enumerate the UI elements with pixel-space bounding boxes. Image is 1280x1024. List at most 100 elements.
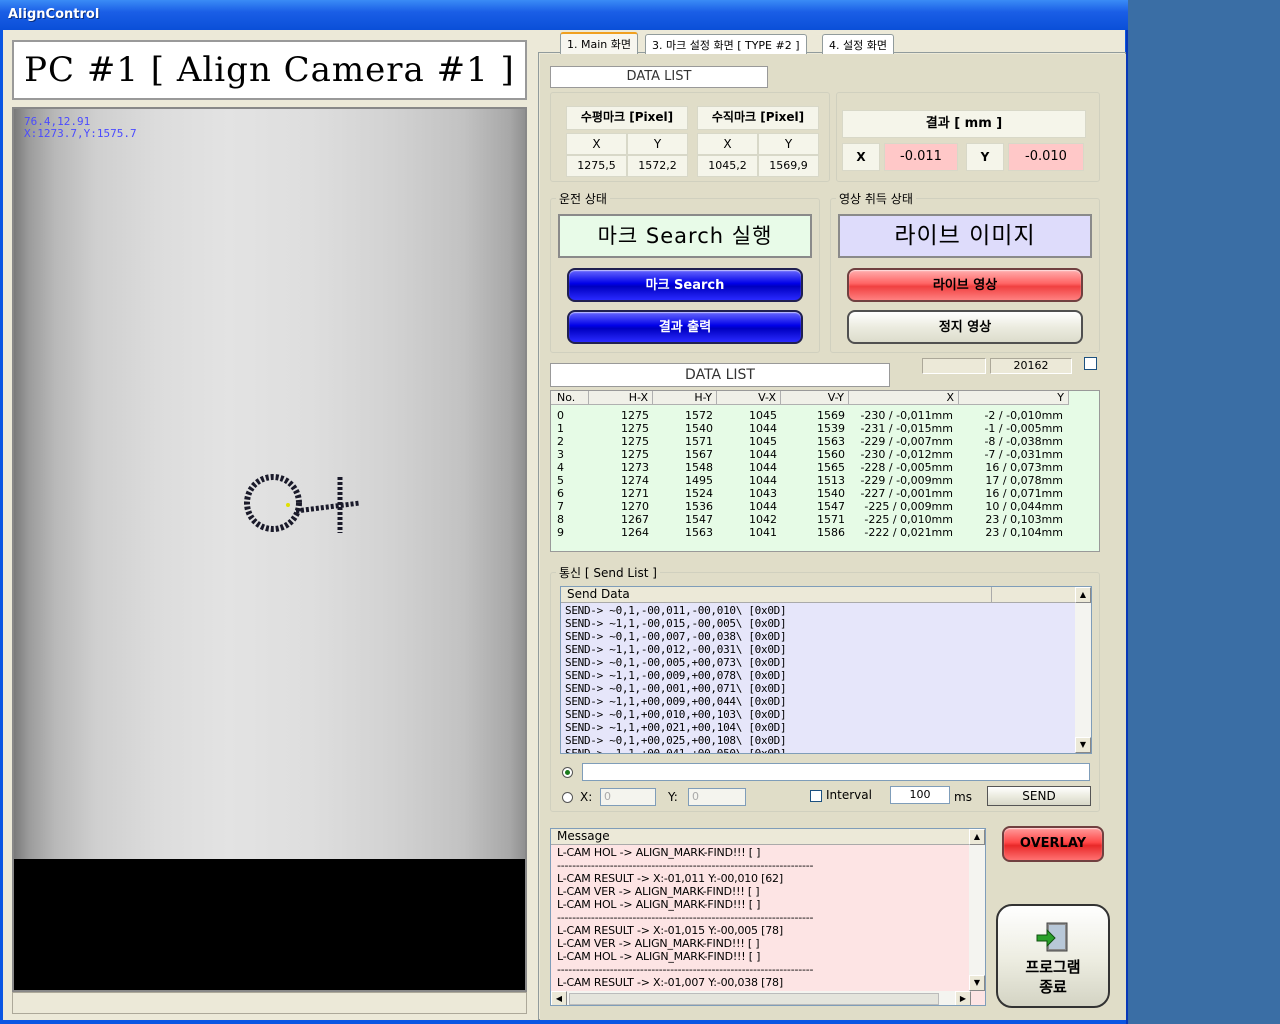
x-input[interactable]: 0 [600, 788, 656, 806]
send-line[interactable]: SEND-> ~0,1,+00,025,+00,108\ [0x0D] [565, 734, 787, 747]
message-line: L-CAM HOL -> ALIGN_MARK-FIND!!! [ ] [557, 898, 761, 911]
table-cell: 1270 [621, 500, 649, 513]
send-line[interactable]: SEND-> ~1,1,+00,009,+00,044\ [0x0D] [565, 695, 787, 708]
msg-scroll-right-icon[interactable]: ▶ [955, 991, 971, 1005]
send-list-scrollbar[interactable]: ▲ ▼ [1075, 587, 1091, 753]
result-header: 결과 [ mm ] [842, 110, 1086, 138]
data-list-checkbox[interactable] [1084, 357, 1097, 370]
send-line[interactable]: SEND-> ~0,1,-00,011,-00,010\ [0x0D] [565, 604, 787, 617]
table-cell: 1271 [621, 487, 649, 500]
table-cell: -8 / -0,038mm [984, 435, 1063, 448]
still-image-button[interactable]: 정지 영상 [847, 310, 1083, 344]
message-line: ----------------------------------------… [557, 963, 814, 976]
x-label: X: [580, 790, 593, 804]
scroll-up-icon[interactable]: ▲ [1075, 587, 1091, 603]
table-cell: 1571 [817, 513, 845, 526]
table-cell: -1 / -0,005mm [984, 422, 1063, 435]
v-x-value: 1045,2 [697, 155, 758, 177]
table-row-index: 4 [557, 461, 564, 474]
camera-status-bar [12, 992, 527, 1014]
message-hscrollbar[interactable]: ◀ ▶ [551, 991, 971, 1005]
msg-scroll-down-icon[interactable]: ▼ [969, 975, 985, 991]
send-line[interactable]: SEND-> ~0,1,-00,007,-00,038\ [0x0D] [565, 630, 787, 643]
operation-group-title: 운전 상태 [556, 190, 610, 207]
table-cell: 1586 [817, 526, 845, 539]
result-output-button[interactable]: 결과 출력 [567, 310, 803, 344]
msg-scroll-up-icon[interactable]: ▲ [969, 829, 985, 845]
send-line[interactable]: SEND-> ~0,1,+00,010,+00,103\ [0x0D] [565, 708, 787, 721]
tab-settings[interactable]: 4. 설정 화면 [822, 34, 894, 54]
message-log[interactable]: Message L-CAM HOL -> ALIGN_MARK-FIND!!! … [550, 828, 986, 1006]
data-list-label-top: DATA LIST [550, 66, 768, 88]
send-list[interactable]: Send Data SEND-> ~0,1,-00,011,-00,010\ [… [560, 586, 1092, 754]
send-button[interactable]: SEND [987, 786, 1091, 806]
image-capture-status: 라이브 이미지 [838, 214, 1092, 258]
message-line: L-CAM RESULT -> X:-01,015 Y:-00,005 [78] [557, 924, 783, 937]
table-cell: 23 / 0,103mm [985, 513, 1063, 526]
table-cell: 1275 [621, 422, 649, 435]
table-cell: 1275 [621, 409, 649, 422]
col-v-x[interactable]: V-X [717, 391, 781, 405]
table-cell: 1045 [749, 409, 777, 422]
send-line[interactable]: SEND-> ~1,1,+00,041,+00,050\ [0x0D] [565, 747, 787, 753]
live-video-button[interactable]: 라이브 영상 [847, 268, 1083, 302]
table-cell: 1044 [749, 461, 777, 474]
table-cell: 23 / 0,104mm [985, 526, 1063, 539]
col-h-y[interactable]: H-Y [653, 391, 717, 405]
send-list-header-divider [991, 587, 992, 603]
send-line[interactable]: SEND-> ~1,1,-00,009,+00,078\ [0x0D] [565, 669, 787, 682]
y-input[interactable]: 0 [688, 788, 746, 806]
msg-hscroll-thumb[interactable] [569, 993, 939, 1005]
data-table[interactable]: No. H-X H-Y V-X V-Y X Y 0 1275 1572 1045 156… [550, 390, 1100, 552]
align-mark-icon [244, 474, 361, 533]
table-cell: -2 / -0,010mm [984, 409, 1063, 422]
table-cell: -228 / -0,005mm [860, 461, 953, 474]
table-cell: 1044 [749, 500, 777, 513]
mark-search-button[interactable]: 마크 Search [567, 268, 803, 302]
overlay-button[interactable]: OVERLAY [1002, 826, 1104, 862]
table-cell: 16 / 0,071mm [985, 487, 1063, 500]
table-cell: 1275 [621, 435, 649, 448]
camera-view[interactable]: 76.4,12.91 X:1273.7,Y:1575.7 [12, 107, 527, 992]
send-line[interactable]: SEND-> ~0,1,-00,001,+00,071\ [0x0D] [565, 682, 787, 695]
table-cell: 1264 [621, 526, 649, 539]
table-cell: 1540 [817, 487, 845, 500]
table-cell: 1044 [749, 448, 777, 461]
custom-send-input[interactable] [582, 763, 1090, 781]
message-vscrollbar[interactable]: ▲ ▼ [969, 829, 985, 991]
col-h-x[interactable]: H-X [589, 391, 653, 405]
table-cell: 1569 [817, 409, 845, 422]
table-cell: -227 / -0,001mm [860, 487, 953, 500]
table-cell: -230 / -0,011mm [860, 409, 953, 422]
msg-scroll-left-icon[interactable]: ◀ [551, 991, 567, 1005]
radio-xy[interactable] [562, 792, 573, 803]
send-line[interactable]: SEND-> ~1,1,-00,015,-00,005\ [0x0D] [565, 617, 787, 630]
h-y-value: 1572,2 [627, 155, 688, 177]
col-x[interactable]: X [849, 391, 959, 405]
exit-label-2: 종료 [1039, 978, 1067, 996]
table-cell: 1547 [685, 513, 713, 526]
send-line[interactable]: SEND-> ~0,1,-00,005,+00,073\ [0x0D] [565, 656, 787, 669]
exit-label-1: 프로그램 [1025, 958, 1081, 976]
radio-custom[interactable] [562, 767, 573, 778]
col-no[interactable]: No. [551, 391, 589, 405]
col-v-y[interactable]: V-Y [781, 391, 849, 405]
interval-input[interactable]: 100 [890, 786, 950, 804]
tab-mark-settings[interactable]: 3. 마크 설정 화면 [ TYPE #2 ] [645, 34, 807, 54]
table-cell: 1045 [749, 435, 777, 448]
comm-group-title: 통신 [ Send List ] [556, 564, 660, 581]
table-cell: 16 / 0,073mm [985, 461, 1063, 474]
table-cell: 1548 [685, 461, 713, 474]
table-cell: -229 / -0,009mm [860, 474, 953, 487]
send-list-header[interactable]: Send Data [561, 587, 1077, 603]
scroll-down-icon[interactable]: ▼ [1075, 737, 1091, 753]
exit-program-button[interactable]: 프로그램 종료 [996, 904, 1110, 1008]
image-capture-group-title: 영상 취득 상태 [836, 190, 916, 207]
col-y[interactable]: Y [959, 391, 1069, 405]
table-row-index: 2 [557, 435, 564, 448]
send-line[interactable]: SEND-> ~1,1,+00,021,+00,104\ [0x0D] [565, 721, 787, 734]
interval-checkbox[interactable] [810, 790, 822, 802]
tab-main[interactable]: 1. Main 화면 [560, 32, 638, 54]
send-line[interactable]: SEND-> ~1,1,-00,012,-00,031\ [0x0D] [565, 643, 787, 656]
table-cell: 1563 [685, 526, 713, 539]
